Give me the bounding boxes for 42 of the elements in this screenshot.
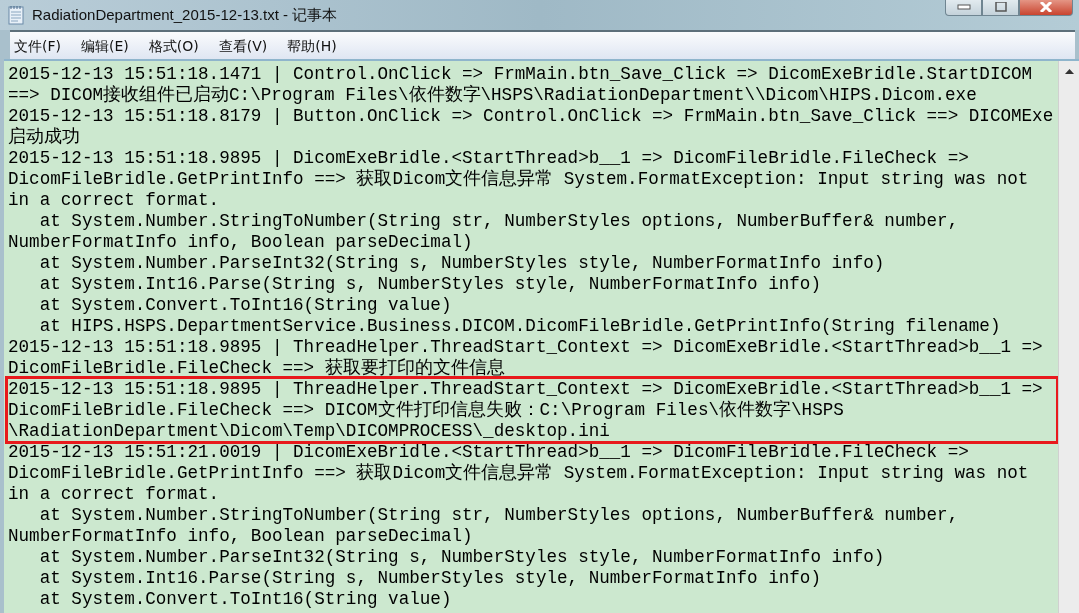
minimize-icon	[956, 3, 971, 10]
text-line: DicomFileBridle.GetPrintInfo ==> 获取Dicom文件信息异常 System.FormatException: Input string was not	[8, 463, 1030, 484]
text-line: at System.Number.ParseInt32(String s, NumberStyles style, NumberFormatInfo info)	[38, 253, 886, 274]
text-line: 2015-12-13 15:51:18.9895 | ThreadHelper.ThreadStart_Context => DicomExeBridle.<StartThread>b__1 =>	[8, 337, 1044, 358]
text-line: \RadiationDepartment\Dicom\Temp\DICOMPROCESS\_desktop.ini	[8, 421, 611, 442]
text-line: ==> DICOM接收组件已启动C:\Program Files\依件数字\HSPS\RadiationDepartment\\Dicom\HIPS.Dicom.exe	[8, 85, 978, 106]
menu-item[interactable]: 查看(V)	[218, 37, 280, 56]
text-line: 启动成功	[8, 127, 81, 148]
menu-item[interactable]: 编辑(E)	[81, 37, 141, 56]
close-button[interactable]	[1019, 0, 1073, 16]
scrollbar[interactable]	[1058, 61, 1079, 613]
minimize-button[interactable]	[945, 0, 982, 16]
text-line: at System.Int16.Parse(String s, NumberStyles style, NumberFormatInfo info)	[38, 274, 822, 295]
text-line: 2015-12-13 15:51:18.8179 | Button.OnClick => Control.OnClick => FrmMain.btn_Save_Click ==> DICOMExe	[8, 106, 1055, 127]
notepad-icon	[8, 5, 24, 25]
text-line: at System.Number.ParseInt32(String s, NumberStyles style, NumberFormatInfo info)	[38, 547, 886, 568]
text-line: 2015-12-13 15:51:18.9895 | ThreadHelper.ThreadStart_Context => DicomExeBridle.<StartThread>b__1 =>	[8, 379, 1044, 400]
text-line: NumberFormatInfo info, Boolean parseDecimal)	[8, 526, 474, 547]
text-line: at System.Convert.ToInt16(String value)	[38, 295, 453, 316]
menu-item[interactable]: 格式(O)	[148, 37, 211, 56]
menu-item[interactable]: 帮助(H)	[287, 37, 349, 56]
text-line: 2015-12-13 15:51:21.0019 | DicomExeBridle.<StartThread>b__1 => DicomFileBridle.FileCheck =>	[8, 442, 970, 463]
maximize-button[interactable]	[982, 0, 1019, 16]
text-line: at System.Number.StringToNumber(String str, NumberStyles options, NumberBuffer& number,	[38, 211, 960, 232]
text-line: NumberFormatInfo info, Boolean parseDecimal)	[8, 232, 474, 253]
text-area[interactable]	[4, 61, 1058, 613]
window-title: RadiationDepartment_2015-12-13.txt - 记事本	[32, 5, 338, 25]
text-line: 2015-12-13 15:51:18.1471 | Control.OnClick => FrmMain.btn_Save_Click => DicomExeBridle.StartDICOM	[8, 64, 1034, 85]
text-line: in a correct format.	[8, 484, 221, 505]
text-line: DicomFileBridle.FileCheck ==> DICOM文件打印信息失败：C:\Program Files\依件数字\HSPS	[8, 400, 845, 421]
text-line: at System.Convert.ToInt16(String value)	[38, 589, 453, 610]
text-line: 2015-12-13 15:51:18.9895 | DicomExeBridle.<StartThread>b__1 => DicomFileBridle.FileCheck =>	[8, 148, 970, 169]
text-line: DicomFileBridle.GetPrintInfo ==> 获取Dicom文件信息异常 System.FormatException: Input string was not	[8, 169, 1030, 190]
maximize-icon	[994, 1, 1007, 12]
text-line: at HIPS.HSPS.DepartmentService.Business.DICOM.DicomFileBridle.GetPrintInfo(String filename)	[38, 316, 1002, 337]
scroll-up-icon[interactable]	[1064, 69, 1074, 74]
close-icon	[1039, 1, 1053, 12]
text-line: at System.Int16.Parse(String s, NumberStyles style, NumberFormatInfo info)	[38, 568, 822, 589]
text-line: in a correct format.	[8, 190, 221, 211]
menu-item[interactable]: 文件(F)	[14, 37, 73, 56]
text-line: DicomFileBridle.FileCheck ==> 获取要打印的文件信息	[8, 358, 506, 379]
text-line: at System.Number.StringToNumber(String str, NumberStyles options, NumberBuffer& number,	[38, 505, 960, 526]
